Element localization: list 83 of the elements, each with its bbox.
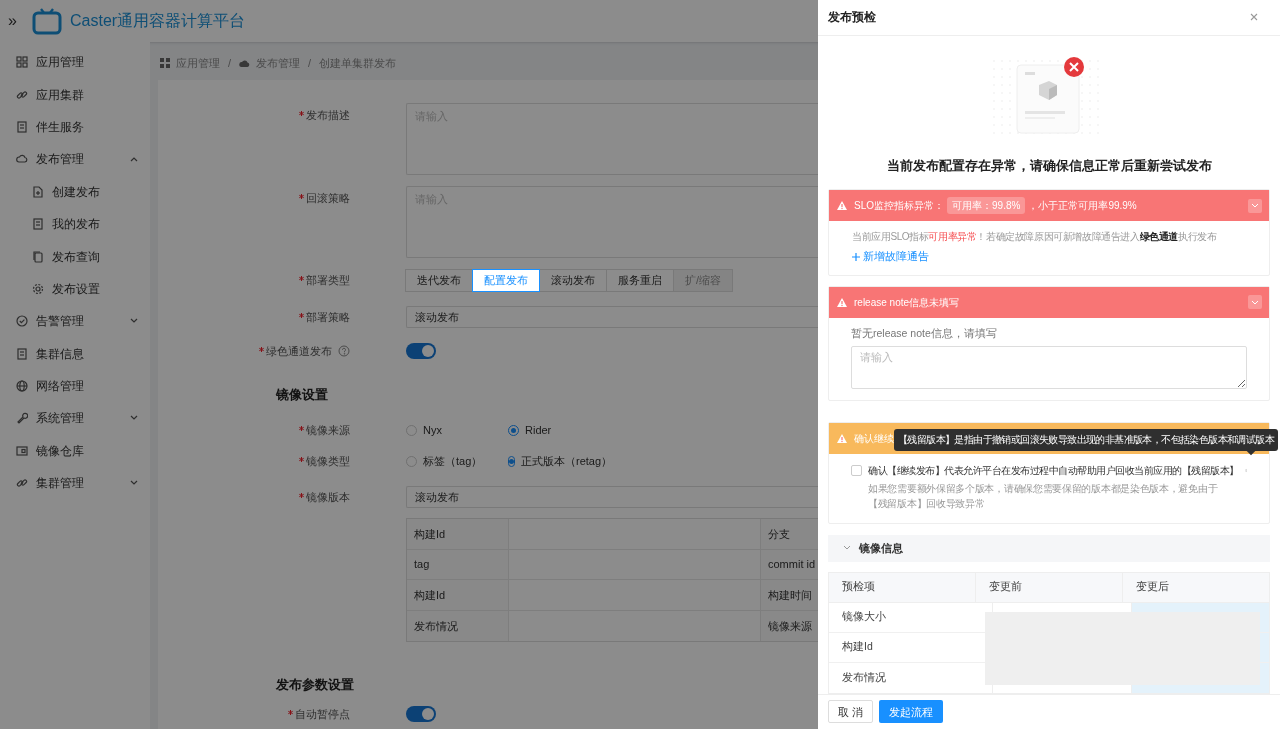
sidebar-item[interactable]: 告警管理 [0, 305, 150, 338]
checkbox-label[interactable]: 确认【继续发布】代表允许平台在发布过程中自动帮助用户回收当前应用的【残留版本】 [868, 462, 1239, 478]
alert-title: SLO监控指标异常： [854, 199, 944, 213]
alert-title: 确认继续 [854, 431, 894, 446]
field-label: 发布描述 [306, 108, 350, 123]
sidebar-subitem[interactable]: 发布查询 [0, 240, 150, 273]
field-label: 镜像来源 [306, 422, 350, 438]
table-cell-text: 发布情况 [414, 618, 458, 634]
sidebar-subitem[interactable]: 我的发布 [0, 207, 150, 241]
table-cell: 镜像大小 [842, 609, 886, 625]
metric-badge: 可用率：99.8% [947, 197, 1026, 214]
column-header: 变更前 [989, 579, 1022, 595]
field-label: 绿色通道发布 [266, 343, 332, 359]
add-notice-link[interactable]: 新增故障通告 [852, 249, 929, 265]
table-cell-text: 镜像来源 [768, 618, 812, 634]
release-note-field[interactable]: 请输入 [851, 345, 1247, 389]
table-cell-text: 构建Id [414, 526, 446, 542]
segment-tab[interactable]: 滚动发布 [539, 268, 607, 292]
field-label: 镜像类型 [306, 453, 350, 469]
sidebar-item-label: 网络管理 [36, 378, 85, 396]
field-label: 自动暂停点 [295, 706, 350, 722]
sidebar-item[interactable]: 集群管理 [0, 467, 150, 500]
submit-button[interactable]: 发起流程 [879, 700, 944, 724]
sidebar-item[interactable]: 应用集群 [0, 78, 150, 111]
select-field[interactable]: 滚动发布 [406, 306, 818, 328]
sidebar-item-label: 发布管理 [36, 151, 85, 169]
section-title: 发布参数设置 [276, 676, 354, 695]
table-cell-text: 发布情况 [842, 669, 886, 685]
field-label: 部署类型 [306, 272, 350, 288]
sidebar-subitem[interactable]: 发布设置 [0, 272, 150, 306]
table-cell: 构建Id [842, 639, 873, 655]
sidebar-item[interactable]: 集群信息 [0, 337, 150, 370]
breadcrumb-separator: / [308, 56, 312, 71]
table-cell-text: 分支 [768, 526, 790, 542]
sidebar-subitem-label: 发布设置 [52, 280, 100, 298]
breadcrumb-separator: / [228, 56, 232, 71]
column-header: 变更后 [1136, 579, 1169, 595]
sidebar-item[interactable]: 系统管理 [0, 402, 150, 435]
table-cell-text: 构建Id [414, 587, 446, 603]
segment-tab[interactable]: 迭代发布 [405, 268, 473, 292]
segment-tab[interactable]: 配置发布 [472, 268, 540, 292]
alert-title: ，小于正常可用率99.9% [1028, 199, 1137, 213]
alert-title: release note信息未填写 [854, 295, 960, 310]
sidebar-item-label: 伴生服务 [36, 118, 85, 136]
sidebar-item-label: 告警管理 [36, 313, 85, 331]
table-cell-text: commit id [768, 557, 816, 572]
radio-label: 正式版本（retag） [521, 453, 613, 469]
status-message: 当前发布配置存在异常，请确保信息正常后重新尝试发布 [885, 156, 1213, 175]
sidebar-subitem-label: 发布查询 [52, 248, 100, 266]
alert-description: 暂无release note信息，请填写 [851, 325, 998, 341]
sidebar-item[interactable]: 应用管理 [0, 46, 150, 79]
sidebar-item-label: 应用管理 [36, 54, 85, 72]
cancel-button[interactable]: 取 消 [828, 700, 874, 724]
sidebar-item-label: 镜像仓库 [36, 442, 85, 460]
sidebar-subitem-label: 我的发布 [52, 216, 100, 234]
sidebar-item[interactable]: 网络管理 [0, 369, 150, 403]
sidebar-item-label: 应用集群 [36, 86, 85, 104]
field-label: 部署策略 [306, 309, 350, 325]
table-cell-text: tag [414, 557, 430, 572]
sidebar-subitem-label: 创建发布 [52, 183, 100, 201]
field-label: 镜像版本 [306, 489, 350, 505]
alert-description: 当前应用SLO指标可用率异常！若确定故障原因可新增故障通告进入绿色通道执行发布 [852, 230, 1218, 244]
hint-text: 如果您需要额外保留多个版本，请确保您需要保留的版本都是染色版本，避免由于【残留版本】回收导致异常 [867, 481, 1219, 511]
sidebar-item-label: 集群管理 [36, 475, 85, 493]
collapse-header[interactable]: 镜像信息 [828, 534, 1270, 562]
sidebar-item[interactable]: 伴生服务 [0, 110, 150, 144]
sidebar-subitem[interactable]: 创建发布 [0, 175, 150, 208]
radio-label: 标签（tag） [423, 453, 483, 469]
field-label: 回滚策略 [306, 191, 350, 206]
section-title: 镜像设置 [276, 386, 328, 405]
select-field[interactable]: 滚动发布 [406, 486, 818, 508]
sidebar-item-label: 集群信息 [36, 345, 85, 363]
column-header: 预检项 [842, 579, 875, 595]
expand-toggle[interactable]: » [8, 9, 22, 33]
radio-label: Rider [525, 422, 552, 438]
radio-label: Nyx [423, 422, 442, 438]
drawer-title: 发布预检 [828, 9, 876, 27]
app-title: Caster通用容器计算平台 [70, 11, 246, 31]
sidebar-item[interactable]: 镜像仓库 [0, 434, 150, 468]
sidebar-item-label: 系统管理 [36, 410, 85, 428]
segment-tab[interactable]: 服务重启 [606, 268, 674, 292]
sidebar-item[interactable]: 发布管理 [0, 143, 150, 176]
table-cell-text: 构建时间 [768, 587, 812, 603]
